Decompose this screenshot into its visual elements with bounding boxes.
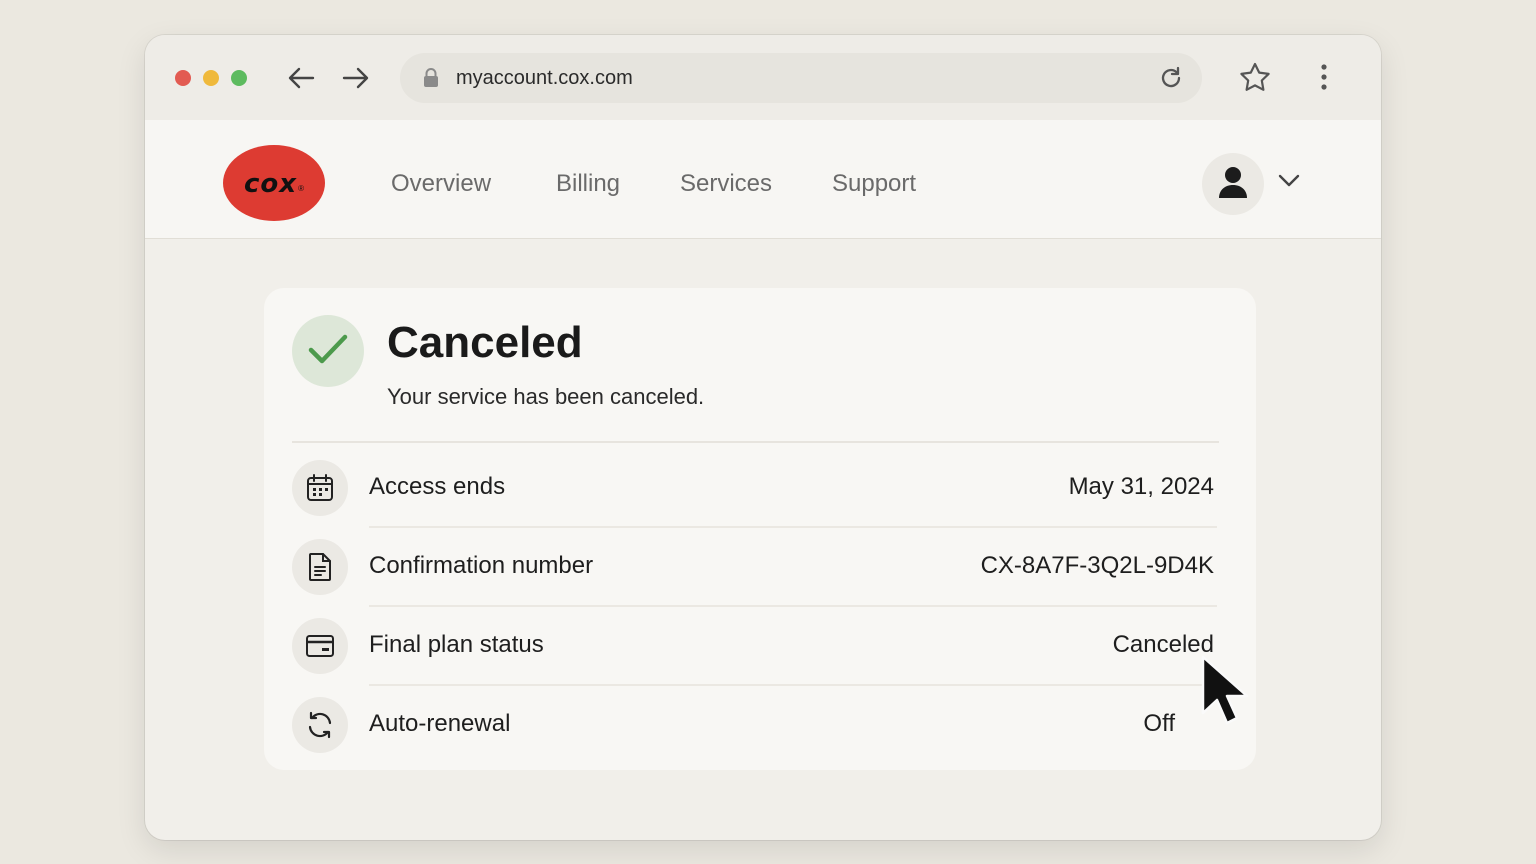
document-icon [292,539,348,595]
logo-registered-mark: ® [298,183,304,193]
user-icon [1217,165,1249,204]
detail-value: Off [1143,710,1175,737]
refresh-icon [292,697,348,753]
detail-label: Confirmation number [369,552,594,579]
credit-card-icon [292,618,348,674]
url-input[interactable] [456,67,1056,90]
chevron-down-icon[interactable] [1278,174,1300,193]
account-avatar-button[interactable] [1202,153,1264,215]
detail-label: Auto-renewal [369,710,511,737]
divider [292,441,1219,443]
nav-services[interactable]: Services [680,170,772,198]
site-header: cox ® Overview Billing Services Support [145,120,1381,239]
status-message: Your service has been canceled. [387,384,705,409]
detail-value: CX-8A7F-3Q2L-9D4K [980,552,1214,579]
detail-row-auto-renewal: Auto-renewal Off [292,686,1217,765]
logo-text: cox [244,169,298,199]
detail-label: Final plan status [369,631,544,658]
page-title: Canceled [387,318,583,367]
browser-toolbar [145,35,1381,120]
detail-row-final-plan-status: Final plan status Canceled [292,607,1217,686]
nav-support[interactable]: Support [832,170,916,198]
calendar-icon [292,460,348,516]
address-bar[interactable] [400,53,1202,103]
detail-label: Access ends [369,473,506,500]
back-arrow-icon[interactable] [286,63,316,93]
minimize-window-button[interactable] [203,70,219,86]
detail-value: May 31, 2024 [1068,473,1214,500]
maximize-window-button[interactable] [231,70,247,86]
forward-arrow-icon[interactable] [341,63,371,93]
close-window-button[interactable] [175,70,191,86]
reload-icon[interactable] [1158,65,1184,96]
detail-value: Canceled [1112,631,1214,658]
cox-logo[interactable]: cox ® [223,145,325,221]
browser-window: cox ® Overview Billing Services Support … [145,35,1381,840]
lock-icon [422,68,440,93]
cancellation-card: Canceled Your service has been canceled.… [264,288,1256,770]
detail-row-access-ends: Access ends May 31, 2024 [292,449,1217,528]
detail-row-confirmation-number: Confirmation number CX-8A7F-3Q2L-9D4K [292,528,1217,607]
nav-overview[interactable]: Overview [391,170,491,198]
kebab-menu-icon[interactable] [1320,63,1328,96]
checkmark-icon [308,333,348,370]
status-badge [292,315,364,387]
nav-billing[interactable]: Billing [556,170,620,198]
star-icon[interactable] [1239,62,1271,97]
